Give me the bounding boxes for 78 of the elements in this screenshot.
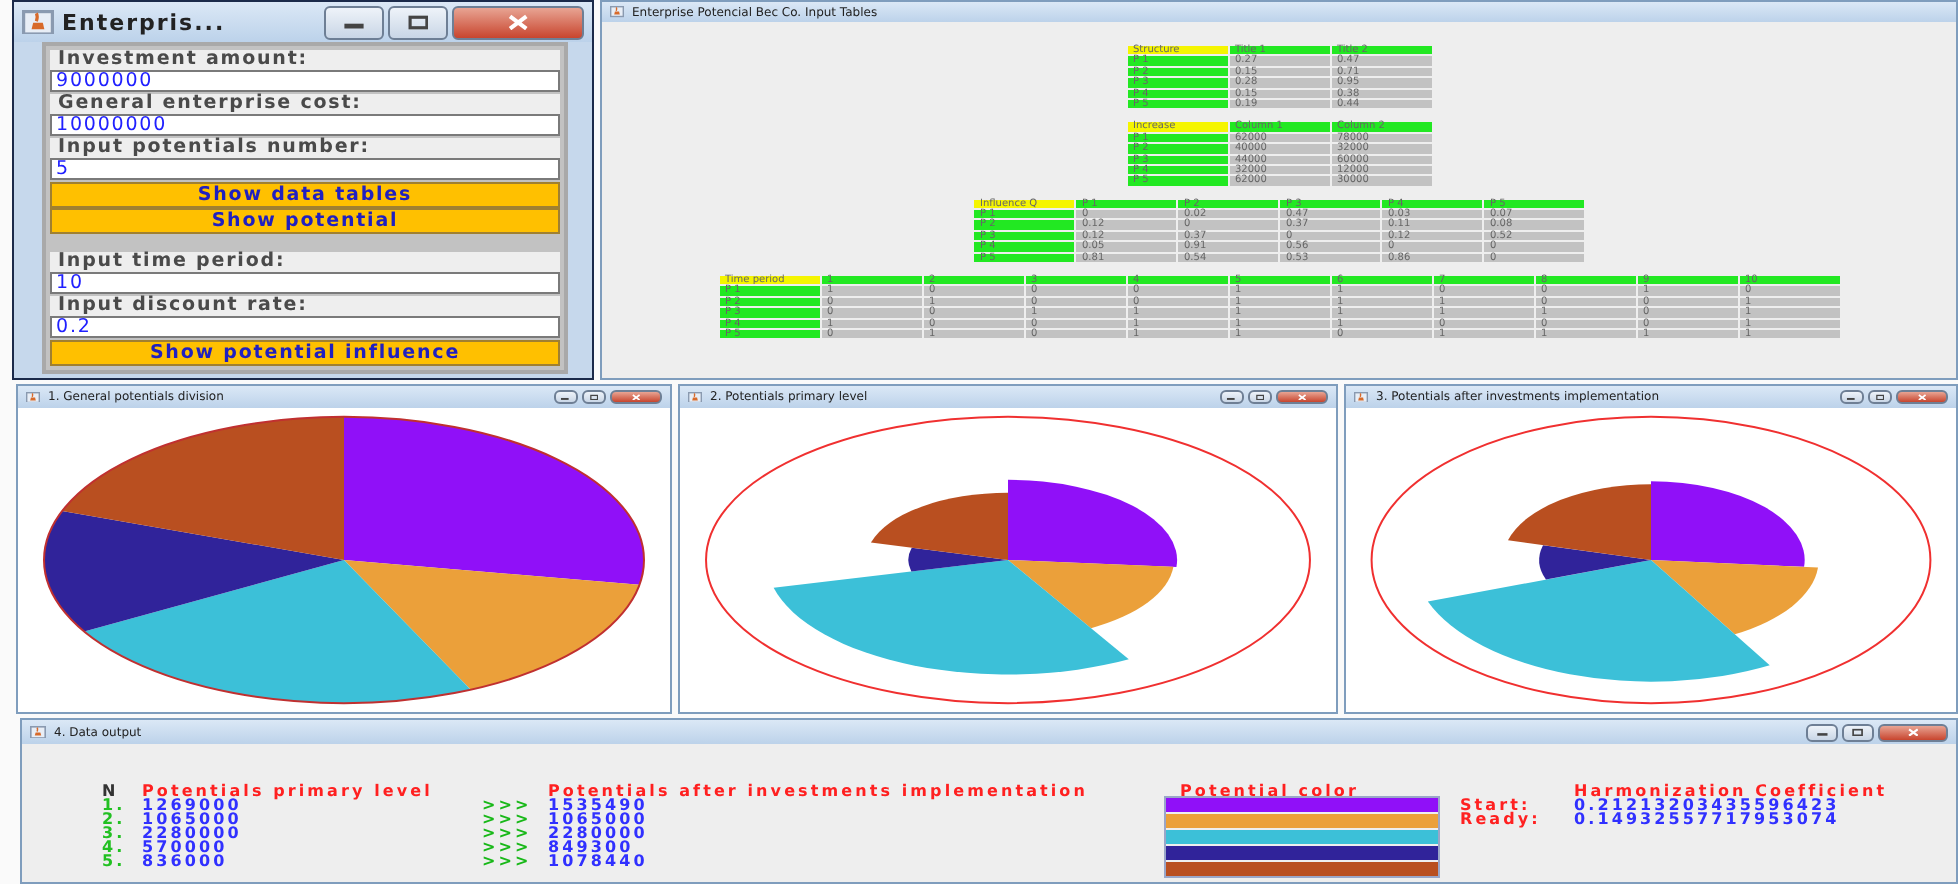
field-label: Input potentials number: — [50, 138, 560, 158]
maximize-button[interactable] — [581, 390, 606, 404]
close-button[interactable] — [609, 390, 662, 404]
value-text: 836000 — [142, 854, 230, 868]
field-label: General enterprise cost: — [50, 94, 560, 114]
value-text: 1065000 — [548, 812, 650, 826]
arrow-text: >>> — [482, 812, 534, 826]
column-header: Potentials after investments implementation — [548, 784, 1090, 798]
row-number: 2. — [102, 812, 128, 826]
input-field[interactable]: 10 — [50, 272, 560, 294]
coefficient-label: Ready: — [1460, 812, 1543, 826]
minimize-icon — [1226, 393, 1236, 401]
close-button[interactable] — [1877, 723, 1948, 741]
value-text: 2280000 — [548, 826, 650, 840]
app-icon — [688, 391, 702, 403]
minimize-icon — [1846, 393, 1856, 401]
coefficient-label: Start: — [1460, 798, 1531, 812]
arrow-text: >>> — [482, 854, 534, 868]
field-label: Input time period: — [50, 252, 560, 272]
maximize-icon — [407, 13, 429, 31]
value-text: 1065000 — [142, 812, 244, 826]
maximize-button[interactable] — [1867, 390, 1892, 404]
input-field[interactable]: 10000000 — [50, 114, 560, 136]
action-button[interactable]: Show potential — [50, 208, 560, 234]
arrow-text: >>> — [482, 826, 534, 840]
app-icon — [1354, 391, 1368, 403]
value-text: 849300 — [548, 840, 634, 854]
app-icon — [30, 725, 46, 739]
app-icon — [22, 9, 54, 35]
maximize-icon — [1255, 393, 1264, 401]
coefficient-value: 0.14932557717953074 — [1574, 812, 1842, 826]
row-number: 4. — [102, 840, 128, 854]
minimize-button[interactable] — [324, 5, 384, 39]
input-field[interactable]: 0.2 — [50, 316, 560, 338]
field-label: Investment amount: — [50, 50, 560, 70]
input-field[interactable]: 5 — [50, 158, 560, 180]
value-text: 1078440 — [548, 854, 650, 868]
column-header: Potential color — [1178, 784, 1361, 798]
maximize-button[interactable] — [1247, 390, 1272, 404]
coefficient-value: 0.21213203435596423 — [1574, 798, 1840, 812]
column-header: N — [102, 784, 119, 798]
row-number: 1. — [102, 798, 128, 812]
column-header: Potentials primary level — [142, 784, 435, 798]
close-icon — [1297, 393, 1306, 401]
minimize-button[interactable] — [1805, 723, 1838, 741]
minimize-button[interactable] — [553, 390, 578, 404]
arrow-text: >>> — [482, 798, 534, 812]
window-title: Enterpris... — [62, 9, 226, 35]
minimize-button[interactable] — [1219, 390, 1244, 404]
close-button[interactable] — [452, 5, 584, 39]
minimize-icon — [560, 393, 570, 401]
column-header: Harmonization Coefficient — [1574, 784, 1888, 798]
action-button[interactable]: Show potential influence — [50, 340, 560, 366]
app-icon — [26, 391, 40, 403]
close-icon — [507, 13, 529, 31]
input-field[interactable]: 9000000 — [50, 70, 560, 92]
close-icon — [1917, 393, 1926, 401]
value-text: 1535490 — [548, 798, 648, 812]
arrow-text: >>> — [482, 840, 534, 854]
maximize-icon — [589, 393, 598, 401]
maximize-icon — [1852, 727, 1864, 737]
action-button[interactable]: Show data tables — [50, 182, 560, 208]
minimize-icon — [1815, 727, 1828, 737]
minimize-button[interactable] — [1839, 390, 1864, 404]
app-icon — [610, 6, 624, 18]
close-icon — [631, 393, 640, 401]
value-text: 2280000 — [142, 826, 244, 840]
close-icon — [1907, 727, 1919, 737]
close-button[interactable] — [1895, 390, 1948, 404]
field-label: Input discount rate: — [50, 296, 560, 316]
close-button[interactable] — [1275, 390, 1328, 404]
row-number: 5. — [102, 854, 128, 868]
maximize-button[interactable] — [388, 5, 448, 39]
row-number: 3. — [102, 826, 128, 840]
value-text: 570000 — [142, 840, 228, 854]
value-text: 1269000 — [142, 798, 242, 812]
maximize-icon — [1875, 393, 1884, 401]
maximize-button[interactable] — [1841, 723, 1874, 741]
